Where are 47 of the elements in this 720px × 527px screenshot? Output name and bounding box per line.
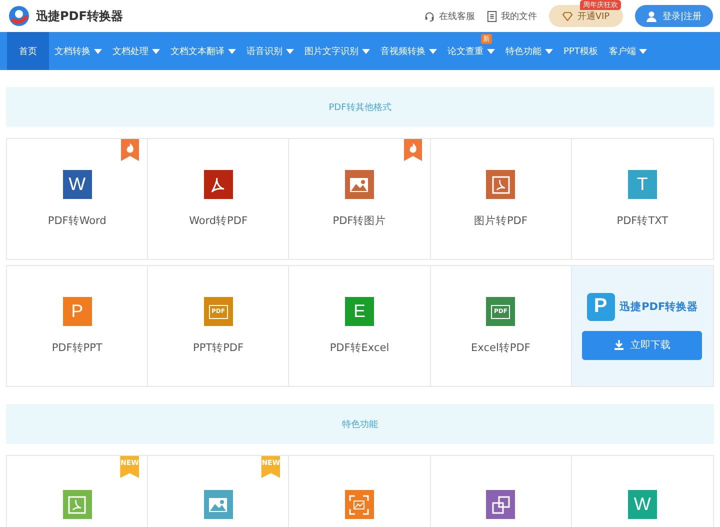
section-title: 特色功能 xyxy=(6,404,714,444)
tool-card[interactable]: T PDF转TXT xyxy=(572,139,713,259)
download-button[interactable]: 立即下载 xyxy=(582,330,702,360)
header-link[interactable]: 我的文件 xyxy=(487,10,537,22)
file-type-icon: P xyxy=(62,297,92,326)
tool-card[interactable]: W PDF转Word xyxy=(7,139,148,259)
section-title: PDF转其他格式 xyxy=(6,87,714,127)
tool-label: Excel转PDF xyxy=(471,341,530,355)
file-type-icon: T xyxy=(628,170,657,199)
tool-card[interactable]: PDF转图片 xyxy=(289,139,431,259)
download-icon xyxy=(614,340,624,350)
logo-icon xyxy=(7,4,31,28)
tool-label: Word转PDF xyxy=(189,214,248,228)
file-type-icon: W xyxy=(628,490,657,519)
nav-tab[interactable]: PPT模板 xyxy=(558,32,604,70)
nav-tab[interactable]: 音视频转换 xyxy=(375,32,442,70)
app-name: 迅捷PDF转换器 xyxy=(620,300,698,314)
logo-text: 迅捷PDF转换器 xyxy=(36,8,123,24)
nav-tab[interactable]: 文档处理 xyxy=(107,32,165,70)
tool-label: 图片转PDF xyxy=(474,214,528,228)
nav-tab[interactable]: 图片文字识别 xyxy=(299,32,375,70)
user-icon xyxy=(646,10,658,22)
tool-card[interactable]: Word转PDF xyxy=(148,139,290,259)
headset-icon xyxy=(424,10,435,22)
file-type-icon: W xyxy=(62,170,92,199)
diamond-icon xyxy=(562,12,574,20)
tool-label: PDF转Word xyxy=(48,214,106,228)
nav-tab[interactable]: 客户端 xyxy=(603,32,652,70)
app-logo-icon: P xyxy=(586,292,615,320)
tool-card[interactable]: 图片转PDF xyxy=(430,139,572,259)
login-button[interactable]: 登录|注册 xyxy=(635,5,713,27)
tool-label: PDF转PPT xyxy=(52,341,102,355)
tool-card[interactable]: E PDF转Excel xyxy=(289,266,431,386)
nav-tab[interactable]: 文档文本翻译 xyxy=(165,32,241,70)
header-link[interactable]: 在线客服 xyxy=(424,10,475,22)
nav-tab[interactable]: 特色功能 xyxy=(500,32,558,70)
tool-card[interactable]: P PDF转PPT xyxy=(7,266,148,386)
nav-tab[interactable]: 文档转换 xyxy=(49,32,107,70)
file-type-icon: E xyxy=(344,297,374,326)
nav-tab[interactable]: 首页 xyxy=(7,32,49,70)
document-icon xyxy=(487,10,497,22)
tool-card[interactable]: W xyxy=(572,456,713,527)
nav-tab[interactable]: 语音识别 xyxy=(241,32,299,70)
tool-label: PDF转TXT xyxy=(616,214,668,228)
tool-label: PPT转PDF xyxy=(193,341,244,355)
tool-label: PDF转图片 xyxy=(332,214,386,228)
tool-label: PDF转Excel xyxy=(330,341,390,355)
